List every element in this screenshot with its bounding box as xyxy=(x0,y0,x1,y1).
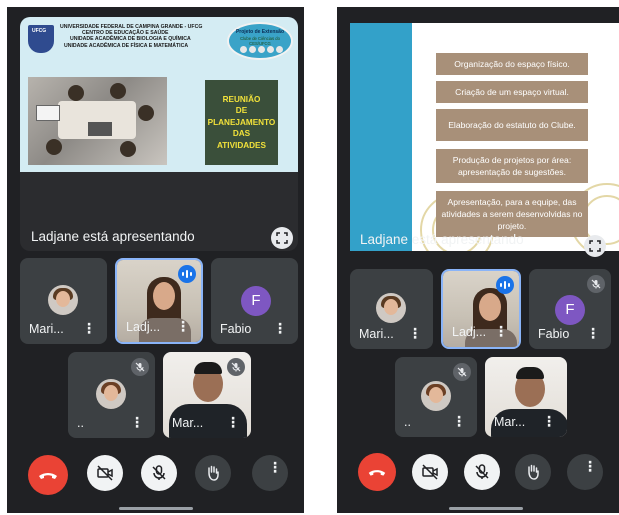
avatar: F xyxy=(555,295,585,325)
participant-tile-active[interactable]: Ladj... ⋮ xyxy=(441,269,521,349)
more-options-icon[interactable]: ⋮ xyxy=(494,324,508,338)
participant-tile[interactable]: F Fabio ⋮ xyxy=(529,269,611,349)
camera-off-icon xyxy=(422,464,438,480)
more-options-icon[interactable]: ⋮ xyxy=(586,326,600,340)
participant-name: Ladj... xyxy=(452,325,487,339)
home-indicator xyxy=(119,507,193,510)
mic-off-icon xyxy=(131,358,149,376)
more-options-icon: ⋮ xyxy=(268,459,282,475)
presenting-label: Ladjane está apresentando xyxy=(360,232,524,247)
more-options-icon[interactable]: ⋮ xyxy=(452,414,466,428)
participant-name: Fabio xyxy=(538,327,570,341)
slide-accent-stripe xyxy=(350,23,412,251)
participant-name: Mari... xyxy=(29,322,64,336)
speaking-indicator-icon xyxy=(178,265,196,283)
extension-project-badge: Projeto de Extensão Clube de Ciências do… xyxy=(227,22,293,60)
participant-tile[interactable]: .. ⋮ xyxy=(395,357,477,437)
meeting-photo xyxy=(28,77,167,165)
slide-title: REUNIÃO DE PLANEJAMENTO DAS ATIVIDADES xyxy=(205,80,278,165)
home-indicator xyxy=(449,507,523,510)
more-options-icon[interactable]: ⋮ xyxy=(176,319,190,333)
slide-item: Elaboração do estatuto do Clube. xyxy=(436,109,588,141)
end-call-button[interactable] xyxy=(28,455,68,495)
mic-off-icon xyxy=(475,464,489,479)
participant-name: Mar... xyxy=(494,415,526,429)
participant-name: .. xyxy=(77,416,84,430)
fullscreen-icon xyxy=(276,232,288,244)
badge-circles xyxy=(240,46,283,53)
speaking-indicator-icon xyxy=(496,276,514,294)
participant-tile[interactable]: Mari... ⋮ xyxy=(350,269,433,349)
participant-name: .. xyxy=(404,415,411,429)
meet-screen-right: Organização do espaço físico. Criação de… xyxy=(337,7,619,513)
presenting-label: Ladjane está apresentando xyxy=(31,229,195,244)
raise-hand-button[interactable] xyxy=(515,454,551,490)
raise-hand-icon xyxy=(528,464,539,480)
fullscreen-button[interactable] xyxy=(271,227,293,249)
slide-item: Apresentação, para a equipe, das ativida… xyxy=(436,191,588,237)
slide-item: Organização do espaço físico. xyxy=(436,53,588,75)
avatar xyxy=(48,285,78,315)
participant-tile[interactable]: Mar... ⋮ xyxy=(163,352,251,438)
avatar: F xyxy=(241,286,271,316)
more-options-icon[interactable]: ⋮ xyxy=(273,321,287,335)
participant-tile[interactable]: F Fabio ⋮ xyxy=(211,258,298,344)
camera-toggle-button[interactable] xyxy=(87,455,123,491)
participant-name: Fabio xyxy=(220,322,252,336)
mic-off-icon xyxy=(152,465,166,480)
end-call-button[interactable] xyxy=(358,453,396,491)
mic-off-icon xyxy=(453,363,471,381)
participant-tile[interactable]: Mari... ⋮ xyxy=(20,258,107,344)
participant-name: Mar... xyxy=(172,416,204,430)
avatar xyxy=(96,379,126,409)
more-options-icon[interactable]: ⋮ xyxy=(82,321,96,335)
more-options-icon[interactable]: ⋮ xyxy=(542,414,556,428)
fullscreen-button[interactable] xyxy=(584,235,606,257)
presentation-stage[interactable]: Organização do espaço físico. Criação de… xyxy=(350,23,619,251)
university-line: UNIDADE ACADÊMICA DE FÍSICA E MATEMÁTICA xyxy=(64,42,189,49)
camera-toggle-button[interactable] xyxy=(412,454,448,490)
raise-hand-icon xyxy=(208,465,219,481)
university-header: UNIVERSIDADE FEDERAL DE CAMPINA GRANDE -… xyxy=(60,24,240,49)
more-options-button[interactable]: ⋮ xyxy=(567,454,603,490)
mic-toggle-button[interactable] xyxy=(464,454,500,490)
more-options-icon[interactable]: ⋮ xyxy=(130,415,144,429)
slide: UFCG UNIVERSIDADE FEDERAL DE CAMPINA GRA… xyxy=(20,17,298,172)
more-options-button[interactable]: ⋮ xyxy=(252,455,288,491)
badge-subtitle: Clube de Ciências do CES/UFCG xyxy=(240,36,280,46)
university-logo-icon: UFCG xyxy=(28,25,54,53)
mic-off-icon xyxy=(227,358,245,376)
participant-name: Ladj... xyxy=(126,320,161,334)
more-options-icon: ⋮ xyxy=(583,458,597,474)
fullscreen-icon xyxy=(589,240,601,252)
more-options-icon[interactable]: ⋮ xyxy=(226,415,240,429)
end-call-icon xyxy=(368,470,386,476)
mic-off-icon xyxy=(587,275,605,293)
camera-off-icon xyxy=(97,465,113,481)
avatar xyxy=(421,381,451,411)
slide-item: Produção de projetos por área: apresenta… xyxy=(436,149,588,183)
more-options-icon[interactable]: ⋮ xyxy=(408,326,422,340)
avatar xyxy=(376,293,406,323)
raise-hand-button[interactable] xyxy=(195,455,231,491)
logo-text: UFCG xyxy=(32,28,47,34)
end-call-icon xyxy=(39,473,57,479)
participant-name: Mari... xyxy=(359,327,394,341)
slide-item: Criação de um espaço virtual. xyxy=(436,81,588,103)
meet-screen-left: UFCG UNIVERSIDADE FEDERAL DE CAMPINA GRA… xyxy=(7,7,304,513)
mic-toggle-button[interactable] xyxy=(141,455,177,491)
participant-tile-active[interactable]: Ladj... ⋮ xyxy=(115,258,203,344)
participant-tile[interactable]: .. ⋮ xyxy=(68,352,155,438)
presentation-stage[interactable]: UFCG UNIVERSIDADE FEDERAL DE CAMPINA GRA… xyxy=(20,17,298,251)
participant-tile[interactable]: Mar... ⋮ xyxy=(485,357,567,437)
badge-title: Projeto de Extensão xyxy=(235,29,285,35)
